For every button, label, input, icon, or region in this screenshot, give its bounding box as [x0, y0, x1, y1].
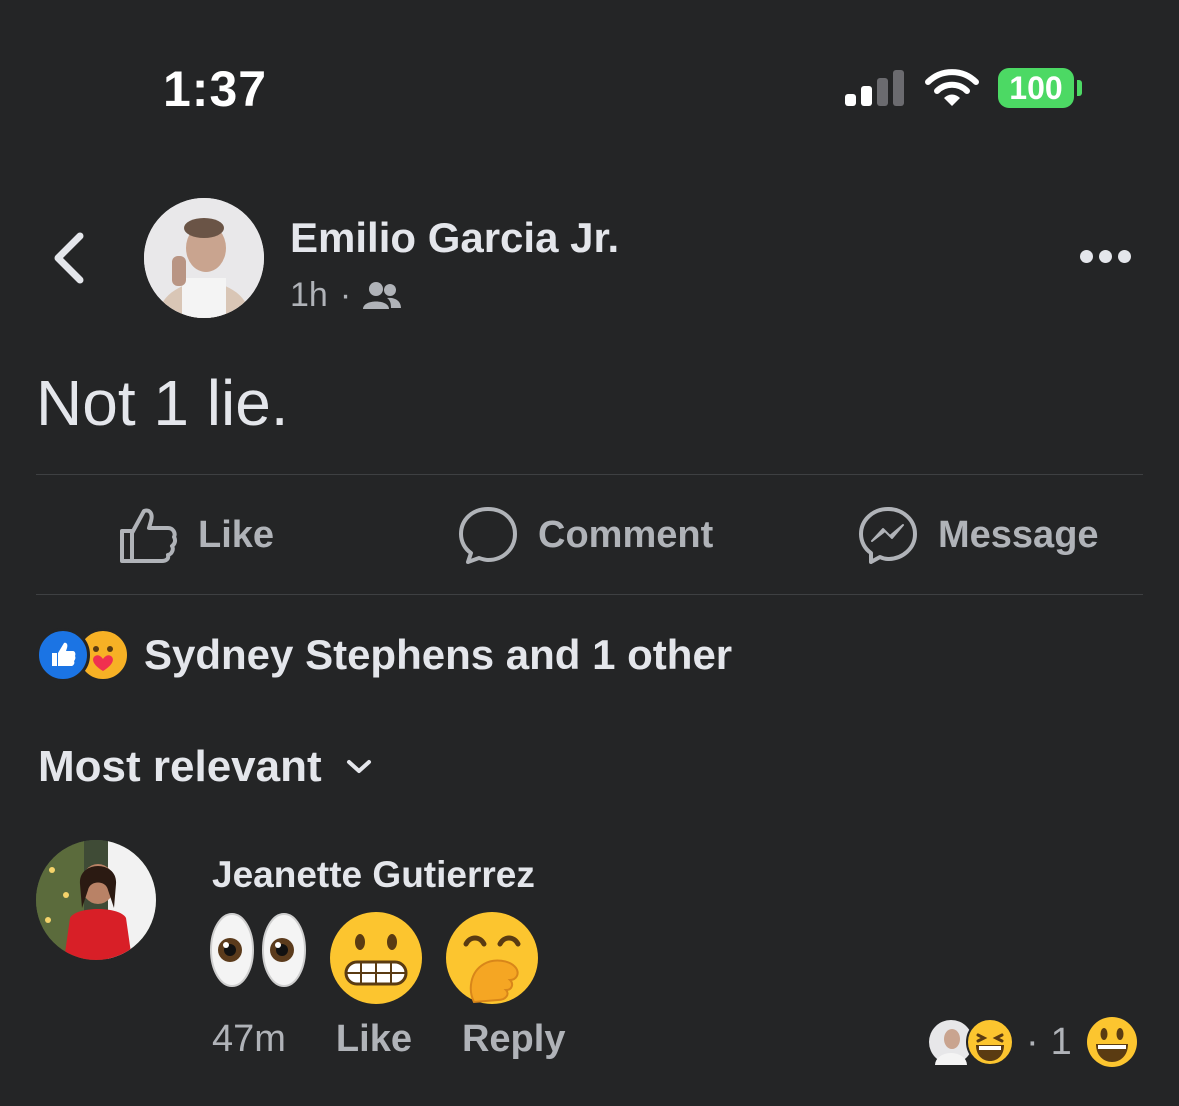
more-options-icon[interactable] — [1080, 250, 1132, 264]
divider — [36, 594, 1143, 595]
author-avatar[interactable] — [144, 198, 264, 318]
comment-reply-button[interactable]: Reply — [462, 1018, 565, 1061]
comment-time[interactable]: 47m — [212, 1018, 286, 1061]
commenter-name[interactable]: Jeanette Gutierrez — [212, 854, 535, 896]
divider — [36, 474, 1143, 475]
like-label: Like — [198, 513, 275, 556]
cellular-signal-icon — [845, 70, 905, 106]
battery-nub — [1077, 80, 1082, 96]
post-meta: 1h · — [290, 276, 402, 315]
battery-level: 100 — [1009, 70, 1063, 106]
comment-reactions[interactable]: · 1 — [928, 1016, 1138, 1068]
like-reaction-icon — [36, 628, 90, 682]
commenter-avatar[interactable] — [36, 840, 156, 960]
reactions-summary-text: Sydney Stephens and 1 other — [144, 631, 733, 678]
status-time: 1:37 — [163, 61, 268, 117]
comment-sort-dropdown[interactable]: Most relevant — [38, 742, 372, 792]
post-time[interactable]: 1h — [290, 276, 328, 315]
comment-icon — [459, 507, 517, 564]
message-label: Message — [938, 513, 1099, 556]
message-button[interactable]: Message — [858, 500, 1099, 570]
comment-actions: 47m Like Reply — [212, 1018, 565, 1061]
comment-label: Comment — [538, 513, 714, 556]
messenger-icon — [859, 507, 917, 564]
reaction-separator: · — [1026, 1020, 1039, 1063]
chevron-down-icon — [346, 760, 371, 773]
wifi-icon — [925, 69, 979, 106]
grinning-squinting-emoji — [1086, 1017, 1137, 1067]
comment-button[interactable]: Comment — [458, 500, 713, 570]
sort-label: Most relevant — [38, 742, 322, 791]
eyes-emoji — [210, 913, 306, 987]
post-text: Not 1 lie. — [36, 367, 289, 439]
laughing-reaction-icon — [966, 1018, 1014, 1066]
reaction-count: 1 — [1050, 1020, 1072, 1063]
like-button[interactable]: Like — [118, 500, 274, 570]
comment-like-button[interactable]: Like — [336, 1018, 412, 1061]
comment-body — [208, 910, 540, 1006]
face-with-hand-over-mouth-emoji — [446, 912, 538, 1004]
back-chevron-icon[interactable] — [48, 230, 92, 286]
grimacing-face-emoji — [330, 912, 422, 1004]
friends-icon[interactable] — [363, 281, 402, 311]
reactions-summary[interactable]: Sydney Stephens and 1 other — [36, 628, 732, 682]
meta-separator: · — [339, 276, 352, 314]
thumbs-up-icon — [120, 508, 178, 563]
post-author-name[interactable]: Emilio Garcia Jr. — [290, 214, 619, 262]
